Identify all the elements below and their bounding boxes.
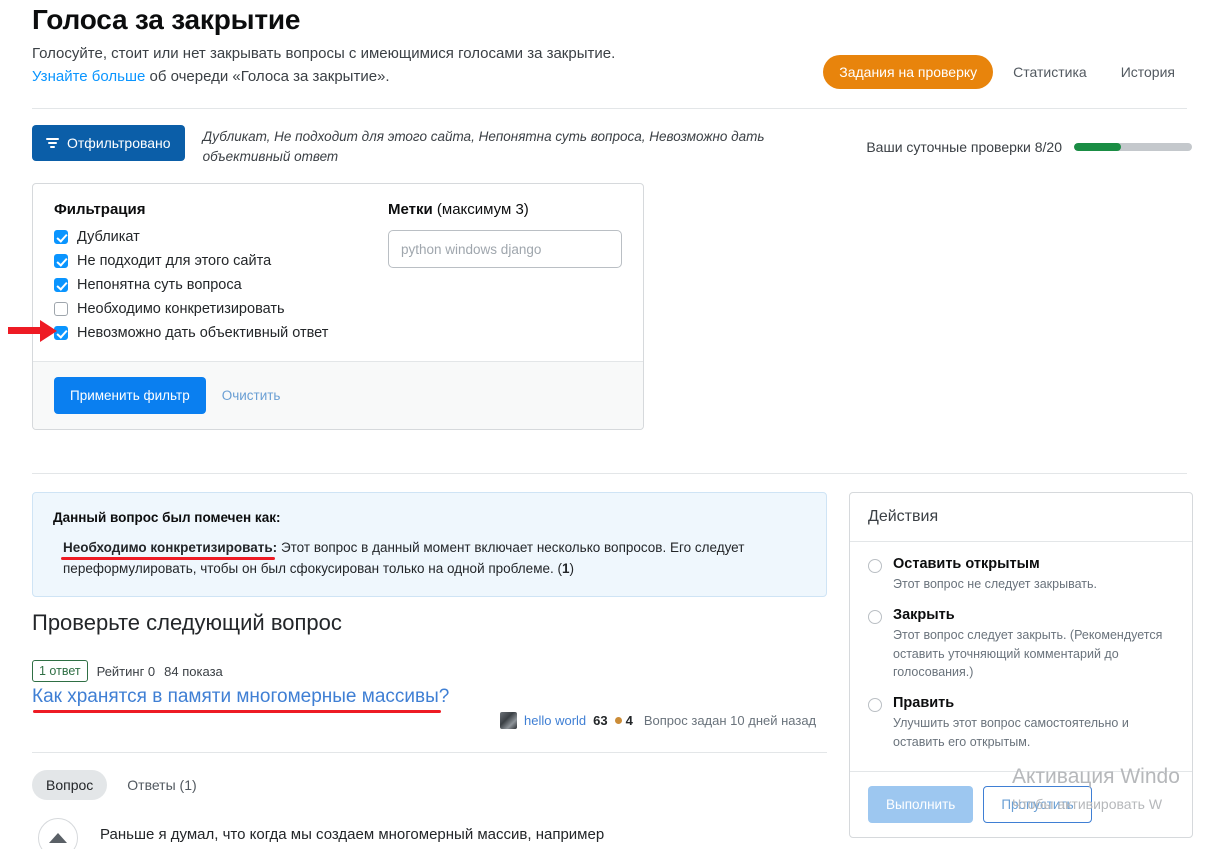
- checkbox-icon[interactable]: [54, 302, 68, 316]
- actions-footer: Выполнить Пропустить: [850, 770, 1192, 837]
- tab-statistics[interactable]: Статистика: [999, 55, 1101, 89]
- filter-option-needs-details[interactable]: Необходимо конкретизировать: [54, 301, 388, 317]
- filter-option-unclear[interactable]: Непонятна суть вопроса: [54, 277, 388, 293]
- tags-column: Метки (максимум 3) python windows django: [388, 201, 622, 349]
- question-meta: hello world 63 4 Вопрос задан 10 дней на…: [500, 712, 816, 729]
- flag-notice: Данный вопрос был помечен как: Необходим…: [32, 492, 827, 597]
- daily-quota-bar: [1074, 143, 1192, 151]
- filtered-button[interactable]: Отфильтровано: [32, 125, 185, 161]
- action-description: Этот вопрос не следует закрывать.: [893, 577, 1097, 591]
- checkbox-icon[interactable]: [54, 254, 68, 268]
- filter-option-duplicate[interactable]: Дубликат: [54, 229, 388, 245]
- queue-nav: Задания на проверку Статистика История: [823, 55, 1189, 89]
- submit-button[interactable]: Выполнить: [868, 785, 974, 823]
- radio-icon[interactable]: [868, 698, 882, 712]
- filter-panel-body: Фильтрация Дубликат Не подходит для этог…: [33, 184, 643, 361]
- daily-quota: Ваши суточные проверки 8/20: [866, 139, 1192, 155]
- filter-options-column: Фильтрация Дубликат Не подходит для этог…: [54, 201, 388, 349]
- tags-input[interactable]: python windows django: [388, 230, 622, 268]
- filter-option-label: Невозможно дать объективный ответ: [77, 325, 329, 341]
- actions-options: Оставить открытым Этот вопрос не следует…: [850, 542, 1192, 771]
- action-option-edit[interactable]: Править Улучшить этот вопрос самостоятел…: [868, 695, 1174, 752]
- clear-filter-link[interactable]: Очистить: [222, 388, 281, 403]
- checkbox-icon[interactable]: [54, 278, 68, 292]
- header-divider: [32, 108, 1187, 109]
- tags-heading: Метки (максимум 3): [388, 201, 622, 218]
- learn-more-link[interactable]: Узнайте больше: [32, 68, 145, 85]
- action-title: Закрыть: [893, 606, 955, 623]
- author-reputation: 63: [593, 713, 608, 728]
- question-author[interactable]: hello world: [524, 713, 586, 728]
- apply-filter-button[interactable]: Применить фильтр: [54, 377, 206, 414]
- daily-quota-fill: [1074, 143, 1122, 151]
- annotation-arrow-icon: [8, 320, 64, 342]
- tab-review-tasks[interactable]: Задания на проверку: [823, 55, 994, 89]
- tab-question[interactable]: Вопрос: [32, 770, 108, 800]
- filter-summary-text: Дубликат, Не подходит для этого сайта, Н…: [202, 129, 765, 164]
- filter-option-opinion-based[interactable]: Невозможно дать объективный ответ: [54, 325, 388, 341]
- question-divider: [32, 752, 827, 753]
- question-views: 84 показа: [164, 663, 223, 679]
- answers-badge: 1 ответ: [32, 660, 88, 682]
- tags-heading-bold: Метки: [388, 201, 433, 218]
- annotation-underline-question: [33, 710, 441, 713]
- filter-panel-footer: Применить фильтр Очистить: [33, 361, 643, 429]
- action-title: Оставить открытым: [893, 556, 1040, 572]
- filter-option-label: Дубликат: [77, 229, 140, 245]
- actions-panel: Действия Оставить открытым Этот вопрос н…: [849, 492, 1193, 838]
- radio-icon[interactable]: [868, 559, 882, 573]
- filter-option-label: Необходимо конкретизировать: [77, 301, 285, 317]
- flag-notice-text-end: ): [569, 560, 575, 576]
- tags-heading-rest: (максимум 3): [432, 201, 529, 218]
- filter-option-off-topic[interactable]: Не подходит для этого сайта: [54, 253, 388, 269]
- filter-option-label: Непонятна суть вопроса: [77, 277, 242, 293]
- tags-input-placeholder: python windows django: [401, 241, 542, 257]
- action-description: Улучшить этот вопрос самостоятельно и ос…: [893, 716, 1129, 749]
- filter-panel-heading: Фильтрация: [54, 201, 146, 218]
- question-title-link[interactable]: Как хранятся в памяти многомерные массив…: [32, 686, 449, 708]
- close-votes-review-page: Голоса за закрытие Голосуйте, стоит или …: [0, 0, 1217, 849]
- flag-notice-count: 1: [561, 560, 570, 576]
- review-section-heading: Проверьте следующий вопрос: [32, 610, 342, 635]
- action-title: Править: [893, 695, 955, 711]
- question-stats: 1 ответ Рейтинг 0 84 показа: [32, 660, 223, 682]
- radio-icon[interactable]: [868, 609, 882, 624]
- action-option-leave-open[interactable]: Оставить открытым Этот вопрос не следует…: [868, 556, 1174, 594]
- daily-quota-label: Ваши суточные проверки 8/20: [866, 139, 1062, 155]
- post-preview: Раньше я думал, что когда мы создаем мно…: [38, 818, 604, 849]
- checkbox-icon[interactable]: [54, 230, 68, 244]
- post-excerpt: Раньше я думал, что когда мы создаем мно…: [100, 826, 605, 843]
- filter-bar: Отфильтровано Дубликат, Не подходит для …: [32, 125, 832, 166]
- bronze-badge-count: 4: [625, 713, 633, 728]
- flag-notice-reason: Необходимо конкретизировать:: [63, 540, 278, 555]
- tab-history[interactable]: История: [1107, 55, 1189, 89]
- upvote-button[interactable]: [38, 818, 78, 849]
- filtered-button-label: Отфильтровано: [67, 135, 171, 151]
- question-rating: Рейтинг 0: [96, 663, 156, 679]
- action-description: Этот вопрос следует закрыть. (Рекомендуе…: [893, 627, 1163, 680]
- learn-more-rest: об очереди «Голоса за закрытие».: [145, 68, 390, 85]
- action-option-close[interactable]: Закрыть Этот вопрос следует закрыть. (Ре…: [868, 607, 1174, 682]
- question-asked-time: Вопрос задан 10 дней назад: [643, 713, 817, 728]
- filter-option-label: Не подходит для этого сайта: [77, 253, 272, 269]
- page-title: Голоса за закрытие: [32, 4, 301, 35]
- actions-heading: Действия: [850, 493, 1192, 542]
- skip-button[interactable]: Пропустить: [983, 785, 1092, 823]
- flag-notice-body: Необходимо конкретизировать: Этот вопрос…: [53, 538, 806, 580]
- section-divider: [32, 473, 1187, 474]
- tab-answers[interactable]: Ответы (1): [113, 770, 210, 800]
- filter-panel: Фильтрация Дубликат Не подходит для этог…: [32, 183, 644, 430]
- avatar: [500, 712, 517, 729]
- post-tabs: Вопрос Ответы (1): [32, 770, 211, 800]
- bronze-badge-icon: [614, 717, 622, 724]
- flag-notice-title: Данный вопрос был помечен как:: [53, 510, 281, 525]
- filter-funnel-icon: [46, 136, 59, 150]
